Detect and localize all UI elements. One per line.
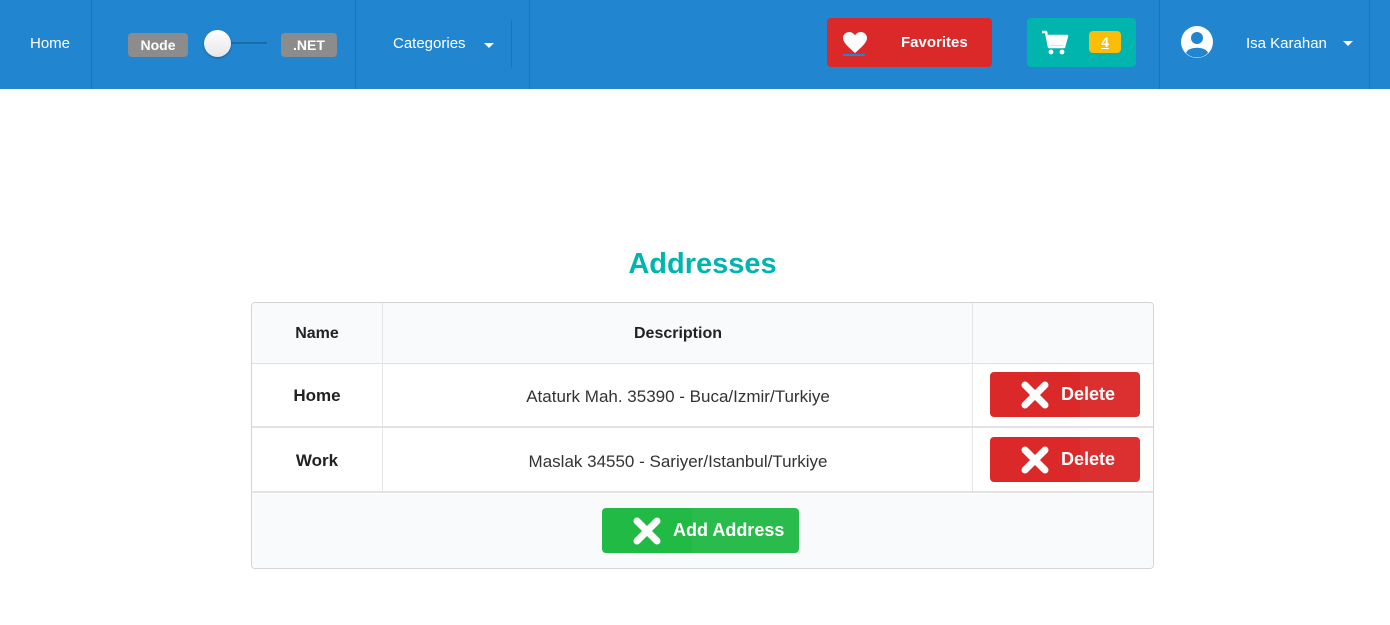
nav-divider — [1159, 0, 1160, 89]
nav-divider — [355, 0, 356, 89]
address-description: Maslak 34550 - Sariyer/Istanbul/Turkiye — [528, 452, 828, 471]
user-menu-dropdown[interactable]: Isa Karahan — [1246, 35, 1327, 52]
toggle-net-label[interactable]: .NET — [281, 33, 337, 57]
address-name: Work — [295, 451, 339, 470]
chevron-down-icon — [1343, 41, 1353, 46]
nav-divider — [91, 0, 92, 89]
favorites-label: Favorites — [901, 34, 968, 51]
address-description: Ataturk Mah. 35390 - Buca/Izmir/Turkiye — [526, 387, 830, 406]
addresses-table: Name Description Home Ataturk Mah. 35390… — [251, 302, 1154, 569]
heart-icon — [843, 32, 867, 53]
user-circle-icon[interactable] — [1180, 25, 1214, 59]
close-icon — [1021, 446, 1049, 474]
nav-categories-dropdown[interactable]: Categories — [393, 35, 466, 52]
delete-label: Delete — [1061, 384, 1116, 404]
column-header-description: Description — [633, 325, 722, 342]
table-header: Name Description — [252, 303, 1153, 364]
table-row: Work Maslak 34550 - Sariyer/Istanbul/Tur… — [252, 429, 1153, 493]
table-footer: Add Address — [252, 494, 1153, 568]
delete-label: Delete — [1061, 449, 1116, 469]
nav-divider — [511, 20, 512, 68]
top-navbar: Home Node .NET Categories Favorites 4 Is… — [0, 0, 1390, 89]
chevron-down-icon — [484, 43, 494, 48]
address-name: Home — [293, 386, 341, 405]
toggle-track[interactable] — [225, 42, 267, 44]
toggle-node-label[interactable]: Node — [128, 33, 188, 57]
close-icon — [633, 517, 661, 545]
close-icon — [1021, 381, 1049, 409]
backend-toggle[interactable] — [204, 30, 231, 57]
delete-address-button[interactable]: Delete — [990, 437, 1140, 482]
nav-divider — [1369, 0, 1370, 89]
table-row: Home Ataturk Mah. 35390 - Buca/Izmir/Tur… — [252, 364, 1153, 428]
cart-count-badge: 4 — [1089, 31, 1121, 53]
nav-home-link[interactable]: Home — [30, 35, 70, 52]
add-address-label: Add Address — [673, 520, 785, 540]
add-address-button[interactable]: Add Address — [602, 508, 799, 553]
column-header-name: Name — [295, 325, 339, 342]
page-title: Addresses — [628, 248, 777, 280]
delete-address-button[interactable]: Delete — [990, 372, 1140, 417]
nav-divider — [529, 0, 530, 89]
heart-underline — [843, 54, 865, 56]
shopping-cart-icon — [1042, 30, 1069, 55]
